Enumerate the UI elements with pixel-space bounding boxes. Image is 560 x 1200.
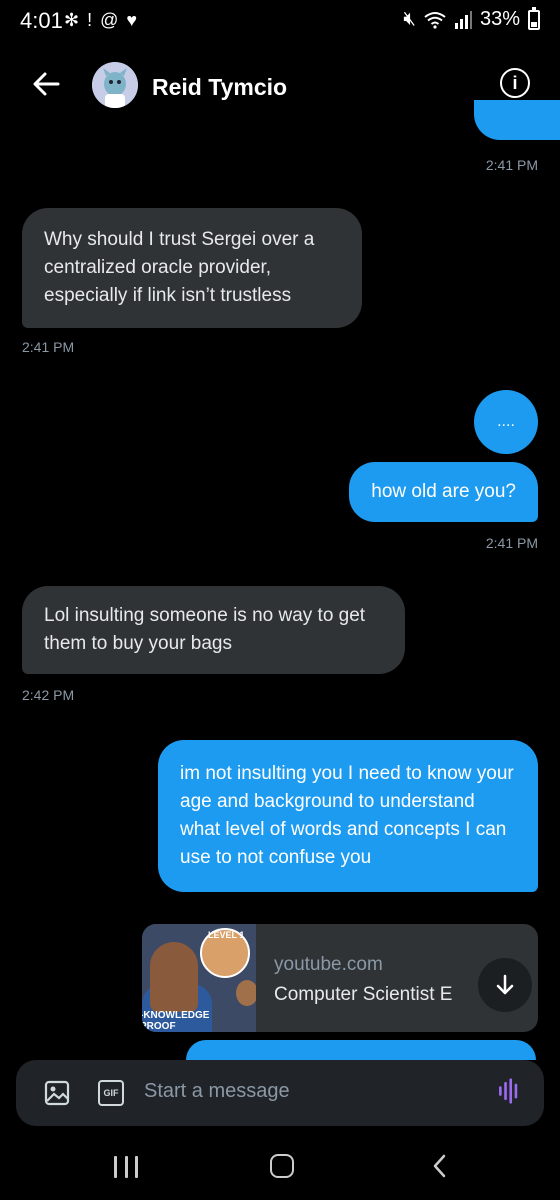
message-bubble-outgoing[interactable]: how old are you? [349, 462, 538, 522]
message-bubble-outgoing[interactable]: im not insulting you I need to know your… [158, 740, 538, 892]
message-timestamp: 2:41 PM [485, 535, 538, 551]
avatar[interactable] [92, 62, 138, 108]
recents-button[interactable] [114, 1156, 138, 1178]
message-timestamp: 2:42 PM [22, 687, 75, 703]
heart-icon: ♥ [126, 10, 138, 30]
message-timestamp: 2:41 PM [22, 339, 75, 355]
at-icon: @ [100, 10, 119, 30]
scroll-down-button[interactable] [478, 958, 532, 1012]
message-composer: GIF Start a message [16, 1060, 544, 1126]
message-input[interactable]: Start a message [144, 1080, 290, 1103]
image-icon[interactable] [44, 1080, 70, 1106]
battery-icon [528, 6, 540, 30]
info-icon[interactable]: i [500, 68, 530, 98]
signal-icon [454, 10, 472, 29]
thumbnail-caption: -KNOWLEDGE PROOF [142, 1010, 210, 1032]
home-button[interactable] [270, 1154, 294, 1178]
system-icons: 🔇︎ 33% [403, 6, 540, 31]
back-nav-icon[interactable] [430, 1152, 450, 1180]
battery-percent: 33% [479, 8, 520, 30]
bug-icon: ✻ [64, 10, 80, 30]
alert-icon: ! [87, 10, 93, 30]
thumbnail-badge: LEVEL 1 [208, 930, 245, 940]
arrow-down-icon [496, 974, 514, 995]
gif-icon[interactable]: GIF [98, 1080, 124, 1106]
message-timestamp: 2:41 PM [485, 157, 538, 173]
message-bubble-outgoing[interactable] [474, 100, 560, 140]
link-preview-card[interactable]: LEVEL 1 -KNOWLEDGE PROOF youtube.com Com… [142, 924, 538, 1032]
notification-icons: ✻ ! @ ♥ [64, 10, 137, 31]
wifi-icon [424, 11, 446, 29]
voice-wave-icon[interactable] [496, 1078, 522, 1104]
status-bar: 4:01 ✻ ! @ ♥ 🔇︎ 33% [0, 0, 560, 44]
avatar-image [92, 62, 138, 108]
video-thumbnail: LEVEL 1 -KNOWLEDGE PROOF [142, 924, 256, 1032]
message-bubble-incoming[interactable]: Lol insulting someone is no way to get t… [22, 586, 405, 674]
message-bubble-incoming[interactable]: Why should I trust Sergei over a central… [22, 208, 362, 328]
link-domain: youtube.com [274, 954, 383, 975]
message-bubble-outgoing[interactable]: .... [474, 390, 538, 454]
status-time: 4:01 [20, 8, 63, 33]
arrow-left-icon[interactable] [28, 66, 64, 102]
system-navigation-bar [0, 1136, 560, 1200]
link-title: Computer Scientist E [274, 984, 453, 1005]
message-bubble-outgoing-partial [186, 1040, 536, 1060]
contact-name[interactable]: Reid Tymcio [152, 74, 287, 101]
mute-icon: 🔇︎ [403, 8, 416, 30]
